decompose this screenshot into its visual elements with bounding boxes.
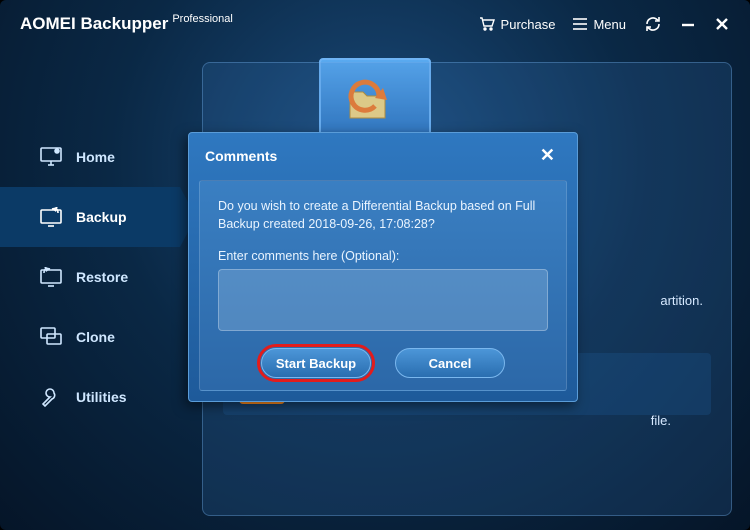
background-text-file: file. (651, 413, 671, 428)
dialog-title: Comments (205, 148, 277, 164)
minimize-icon[interactable] (680, 16, 696, 32)
purchase-button[interactable]: Purchase (479, 17, 556, 32)
restore-icon (40, 266, 62, 288)
sidebar-item-label: Clone (76, 329, 115, 345)
sidebar-item-utilities[interactable]: Utilities (0, 367, 180, 427)
wrench-icon (40, 386, 62, 408)
background-text-partition: artition. (660, 293, 703, 308)
start-backup-button[interactable]: Start Backup (261, 348, 371, 378)
sidebar-item-label: Home (76, 149, 115, 165)
titlebar-controls: Purchase Menu (479, 15, 730, 33)
cancel-label: Cancel (429, 356, 472, 371)
app-edition: Professional (172, 13, 233, 25)
comment-input[interactable] (218, 269, 548, 331)
comment-field-label: Enter comments here (Optional): (218, 249, 548, 263)
dialog-close-icon[interactable]: ✕ (534, 143, 561, 168)
cancel-button[interactable]: Cancel (395, 348, 505, 378)
sidebar-item-restore[interactable]: Restore (0, 247, 180, 307)
sidebar: Home Backup Restore Clone Utilities (0, 62, 180, 516)
comments-dialog: Comments ✕ Do you wish to create a Diffe… (188, 132, 578, 402)
start-backup-label: Start Backup (276, 356, 356, 371)
sidebar-item-clone[interactable]: Clone (0, 307, 180, 367)
clone-icon (40, 326, 62, 348)
menu-label: Menu (593, 17, 626, 32)
sidebar-item-label: Utilities (76, 389, 127, 405)
purchase-label: Purchase (501, 17, 556, 32)
menu-button[interactable]: Menu (573, 17, 626, 32)
refresh-icon[interactable] (644, 15, 662, 33)
sidebar-item-label: Restore (76, 269, 128, 285)
titlebar: AOMEI Backupper Professional Purchase Me… (0, 0, 750, 48)
cart-icon (479, 17, 495, 31)
sidebar-item-label: Backup (76, 209, 127, 225)
app-window: AOMEI Backupper Professional Purchase Me… (0, 0, 750, 530)
menu-icon (573, 18, 587, 30)
monitor-icon (40, 146, 62, 168)
dialog-question: Do you wish to create a Differential Bac… (218, 197, 548, 233)
sidebar-item-home[interactable]: Home (0, 127, 180, 187)
backup-icon (40, 206, 62, 228)
sidebar-item-backup[interactable]: Backup (0, 187, 180, 247)
app-title: AOMEI Backupper (20, 14, 168, 34)
close-icon[interactable] (714, 16, 730, 32)
